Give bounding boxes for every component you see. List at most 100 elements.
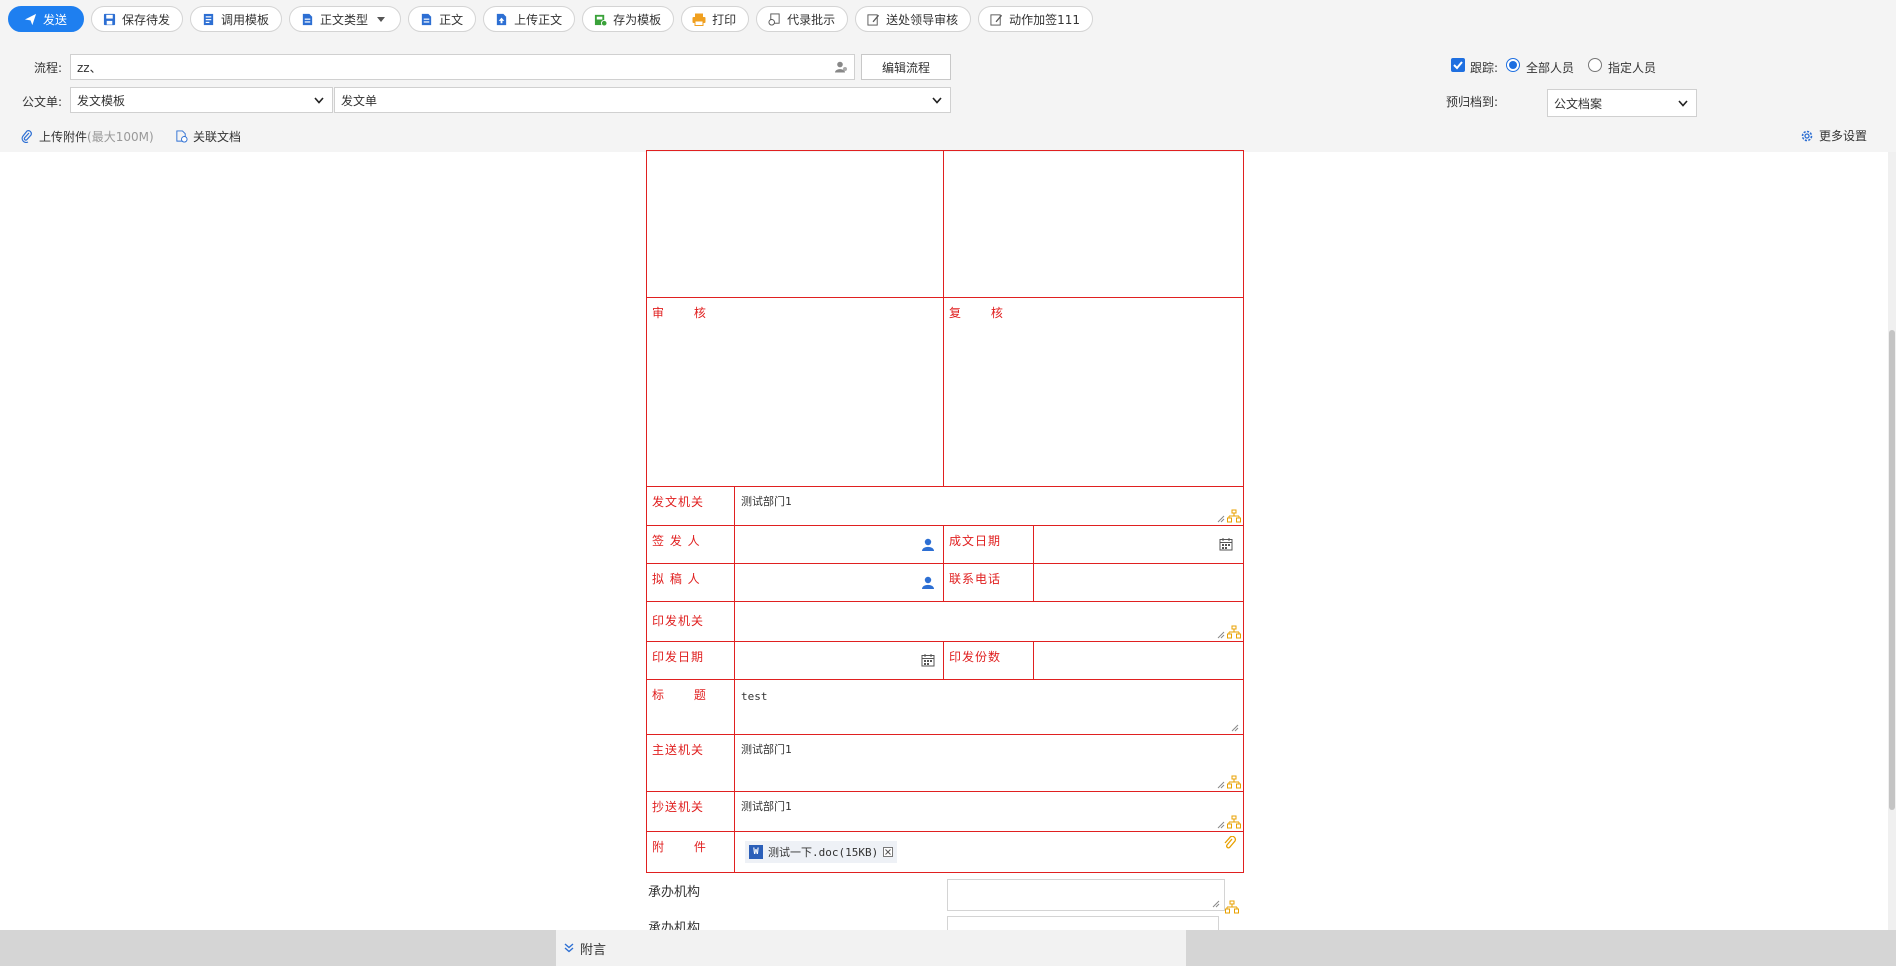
org-picker-icon[interactable] [1227, 509, 1241, 523]
send-button[interactable]: 发送 [8, 6, 85, 32]
body-type-dropdown[interactable]: 正文类型 [289, 6, 402, 32]
user-picker-icon[interactable] [921, 538, 935, 552]
review-label: 审 核 [652, 306, 707, 320]
title-field[interactable]: test [734, 679, 1244, 735]
attachment-label-cell: 附 件 [646, 831, 735, 873]
signer-field[interactable] [734, 525, 944, 564]
print-label: 打印 [712, 12, 737, 27]
notes-toggle[interactable]: 附言 [556, 930, 1186, 966]
org-picker-icon[interactable] [1227, 775, 1241, 789]
handler-field-2[interactable] [947, 916, 1219, 930]
track-all-label: 全部人员 [1526, 61, 1575, 75]
archive-label: 预归档到: [1446, 95, 1499, 109]
signer-label-cell: 签 发 人 [646, 525, 735, 564]
gear-icon [1800, 129, 1814, 143]
print-button[interactable]: 打印 [681, 6, 750, 32]
attachment-chip[interactable]: W 测试一下.doc(15KB) [745, 841, 898, 863]
double-chevron-down-icon [564, 943, 574, 953]
use-template-button[interactable]: 调用模板 [190, 6, 283, 32]
flow-input[interactable]: zz、 [70, 54, 855, 80]
printer-icon [692, 12, 706, 26]
related-doc-link[interactable]: 关联文档 [174, 128, 241, 145]
template-icon [201, 12, 215, 26]
attachment-filename[interactable]: 测试一下.doc(15KB) [768, 844, 878, 860]
track-specific-radio[interactable] [1588, 58, 1602, 72]
track-all-radio[interactable] [1506, 58, 1520, 72]
upload-limit-text: (最大100M) [87, 130, 154, 144]
resize-handle-icon[interactable] [1217, 821, 1225, 829]
review-cell[interactable]: 审 核 [646, 297, 944, 487]
user-picker-icon[interactable] [921, 576, 935, 590]
paperclip-icon[interactable] [1223, 836, 1237, 850]
recheck-label: 复 核 [949, 306, 1004, 320]
remove-attachment-icon[interactable] [883, 847, 894, 857]
send-leader-review-button[interactable]: 送处领导审核 [855, 6, 972, 32]
select-people-icon[interactable] [834, 60, 848, 74]
date-field[interactable] [1033, 525, 1244, 564]
edit-flow-button[interactable]: 编辑流程 [861, 54, 951, 80]
upload-document-icon [494, 12, 508, 26]
use-template-label: 调用模板 [221, 12, 270, 27]
attachment-field[interactable]: W 测试一下.doc(15KB) [734, 831, 1244, 873]
toolbar: 发送 保存待发 调用模板 正文类型 正文 上传正文 存为模板 打印 代录批示 送… [0, 0, 1896, 38]
org-picker-icon[interactable] [1227, 625, 1241, 639]
body-button[interactable]: 正文 [408, 6, 477, 32]
document-icon [419, 12, 433, 26]
cc-value: 测试部门1 [741, 800, 792, 813]
org-picker-icon[interactable] [1227, 815, 1241, 829]
doc-form-select[interactable]: 发文单 [334, 87, 951, 113]
calendar-icon[interactable] [921, 653, 935, 667]
save-draft-button[interactable]: 保存待发 [91, 6, 184, 32]
upload-attachment-link[interactable]: 上传附件(最大100M) [20, 128, 154, 145]
track-checkbox[interactable] [1451, 58, 1465, 72]
edit-icon [866, 12, 880, 26]
resize-handle-icon[interactable] [1212, 900, 1220, 908]
action-sign-label: 动作加签111 [1009, 12, 1081, 27]
handler-field-1[interactable] [947, 879, 1225, 911]
action-sign-button[interactable]: 动作加签111 [978, 6, 1094, 32]
recheck-cell[interactable]: 复 核 [943, 297, 1244, 487]
scrollbar-thumb[interactable] [1889, 330, 1895, 810]
drafter-field[interactable] [734, 563, 944, 602]
upload-body-button[interactable]: 上传正文 [483, 6, 576, 32]
org-picker-icon[interactable] [1225, 900, 1239, 914]
calendar-icon[interactable] [1219, 537, 1233, 551]
issuing-org-value: 测试部门1 [741, 495, 792, 508]
main-to-value: 测试部门1 [741, 743, 792, 756]
doc-template-value: 发文模板 [77, 93, 126, 108]
attachment-label: 附 件 [652, 840, 707, 854]
resize-handle-icon[interactable] [1231, 724, 1239, 732]
print-org-field[interactable] [734, 601, 1244, 642]
phone-field[interactable] [1033, 563, 1244, 602]
archive-select[interactable]: 公文档案 [1547, 89, 1697, 117]
save-icon [102, 12, 116, 26]
archive-value: 公文档案 [1554, 96, 1603, 111]
cc-label: 抄送机关 [652, 800, 705, 814]
opinion-box-right[interactable] [943, 150, 1244, 298]
proxy-approve-button[interactable]: 代录批示 [756, 6, 849, 32]
copies-field[interactable] [1033, 641, 1244, 680]
body-type-label: 正文类型 [320, 12, 369, 27]
resize-handle-icon[interactable] [1217, 631, 1225, 639]
related-document-icon [174, 130, 188, 144]
issuing-org-label-cell: 发文机关 [646, 486, 735, 526]
save-as-template-button[interactable]: 存为模板 [582, 6, 675, 32]
copies-label: 印发份数 [949, 650, 1002, 664]
doc-template-select[interactable]: 发文模板 [70, 87, 333, 113]
send-icon [23, 12, 37, 26]
print-date-field[interactable] [734, 641, 944, 680]
cc-field[interactable]: 测试部门1 [734, 791, 1244, 832]
save-template-label: 存为模板 [613, 12, 662, 27]
upload-attachment-label: 上传附件 [39, 130, 88, 144]
resize-handle-icon[interactable] [1217, 781, 1225, 789]
main-to-field[interactable]: 测试部门1 [734, 734, 1244, 792]
print-org-label: 印发机关 [652, 614, 705, 628]
more-settings-link[interactable]: 更多设置 [1800, 127, 1867, 144]
issuing-org-field[interactable]: 测试部门1 [734, 486, 1244, 526]
proxy-approve-label: 代录批示 [787, 12, 836, 27]
word-file-icon: W [749, 845, 763, 859]
resize-handle-icon[interactable] [1217, 515, 1225, 523]
opinion-box-left[interactable] [646, 150, 944, 298]
related-doc-label: 关联文档 [193, 130, 242, 144]
print-date-label: 印发日期 [652, 650, 705, 664]
